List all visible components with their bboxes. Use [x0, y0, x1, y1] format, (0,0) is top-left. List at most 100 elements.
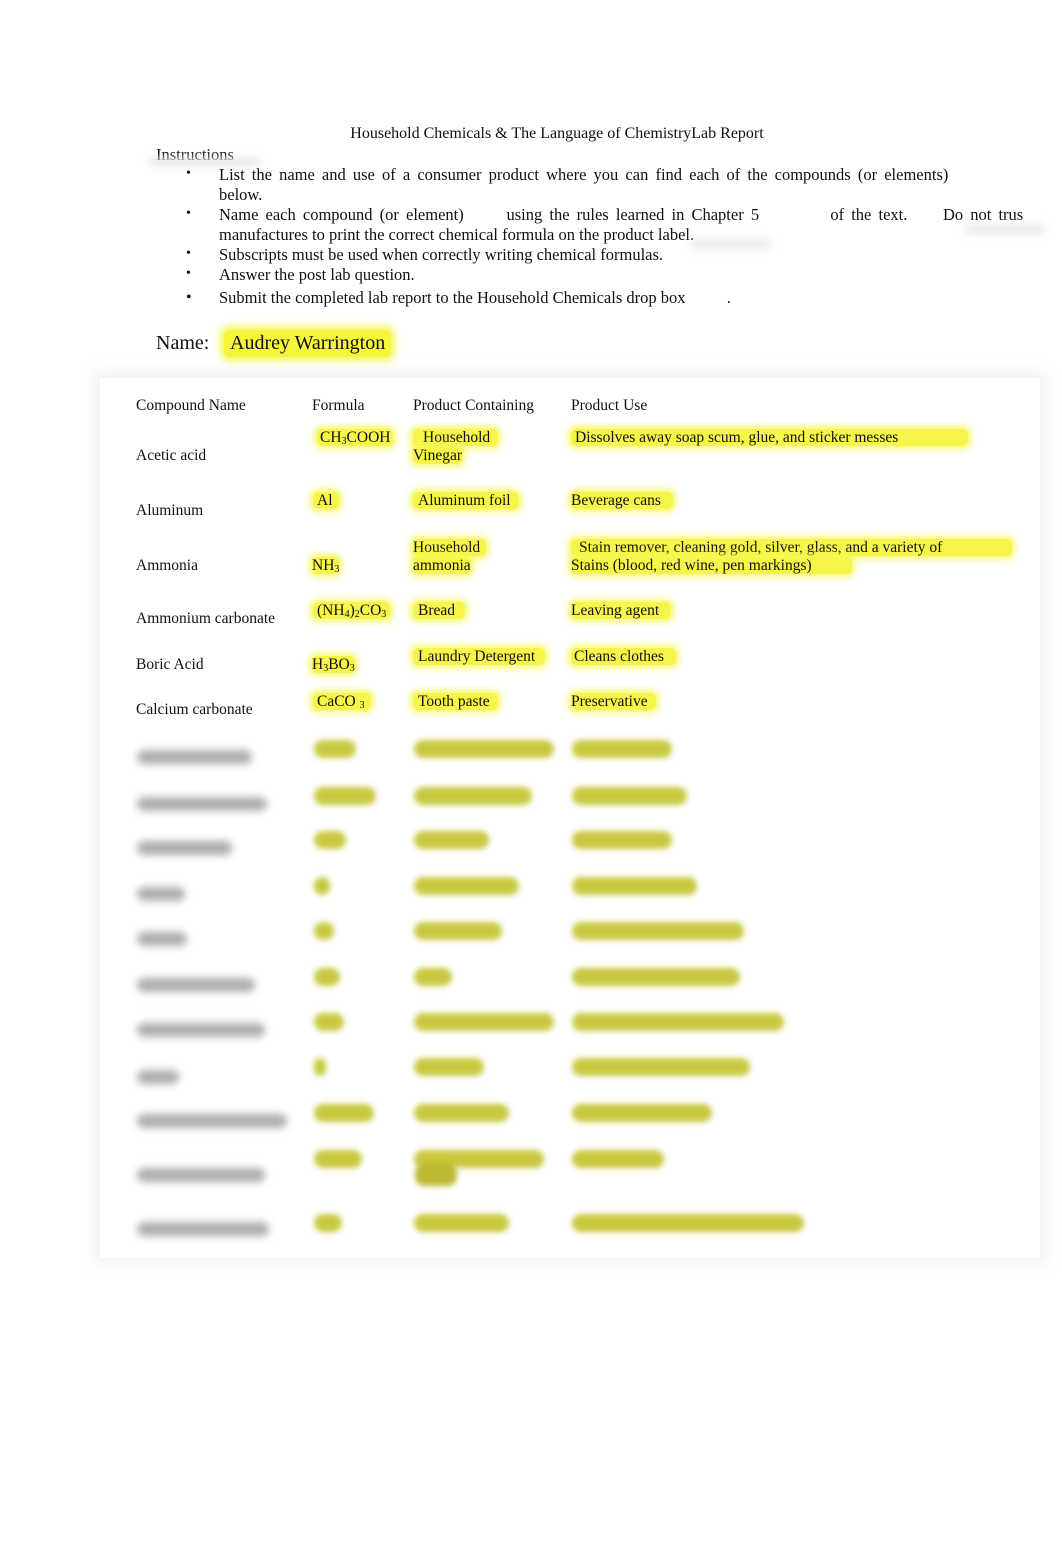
obscured-product [414, 740, 554, 758]
obscured-use [572, 968, 740, 986]
product-cell[interactable]: Household Vinegar [413, 429, 499, 465]
document-page: { "document": { "title": "Household Chem… [0, 0, 1062, 1556]
use-line: Stains (blood, red wine, pen markings) [571, 557, 852, 574]
instruction-line: List the name and use of a consumer prod… [219, 165, 949, 184]
obscured-use [572, 877, 697, 895]
compound-name-cell: Ammonium carbonate [136, 610, 276, 627]
obscured-use [572, 1058, 750, 1076]
product-cell[interactable]: Tooth paste [413, 693, 498, 711]
obscured-compound-name [137, 887, 185, 901]
obscured-product [414, 877, 519, 895]
use-line: Dissolves away soap scum, glue, and stic… [571, 429, 969, 446]
product-cell[interactable]: Aluminum foil [413, 492, 519, 510]
product-line: Vinegar [413, 447, 462, 464]
obscured-compound-name [137, 932, 187, 946]
formula-cell[interactable]: (NH4)2CO3 [313, 602, 391, 620]
formula-text: Al [313, 492, 339, 509]
obscured-compound-name [137, 1114, 287, 1128]
use-cell[interactable]: Stain remover, cleaning gold, silver, gl… [571, 539, 1013, 575]
bullet: • [186, 266, 191, 281]
obscured-use [572, 740, 672, 758]
obscured-formula [314, 831, 346, 849]
use-cell[interactable]: Beverage cans [571, 492, 673, 510]
instruction-line: Answer the post lab question. [219, 265, 415, 284]
obscured-use [572, 831, 672, 849]
document-title: Household Chemicals & The Language of Ch… [350, 125, 764, 142]
obscured-formula [314, 1104, 374, 1122]
use-line: Stain remover, cleaning gold, silver, gl… [571, 539, 1013, 556]
use-cell[interactable]: Cleans clothes [571, 648, 676, 666]
obscured-product [415, 1164, 457, 1186]
obscured-product [414, 968, 452, 986]
product-line: Laundry Detergent [413, 648, 546, 665]
product-line: Tooth paste [413, 693, 498, 710]
obscured-use [572, 1104, 712, 1122]
product-cell[interactable]: Bread [413, 602, 466, 620]
obscured-use [572, 1214, 804, 1232]
bullet: • [186, 289, 192, 306]
obscured-product [414, 831, 489, 849]
obscured-product [414, 787, 532, 805]
obscured-formula [314, 1058, 326, 1076]
header-formula: Formula [312, 397, 365, 414]
obscured-compound-name [137, 1070, 179, 1084]
obscured-compound-name [137, 841, 232, 855]
obscured-compound-name [137, 978, 255, 992]
obscured-compound-name [137, 1023, 265, 1037]
obscured-product [414, 1058, 484, 1076]
obscured-product [414, 1104, 509, 1122]
instruction-line: manufactures to print the correct chemic… [219, 225, 695, 244]
product-line: ammonia [413, 557, 471, 574]
obscured-formula [314, 922, 334, 940]
use-line: Cleans clothes [571, 648, 676, 665]
formula-cell[interactable]: Al [313, 492, 339, 510]
obscured-formula [314, 1214, 342, 1232]
obscured-formula [314, 740, 356, 758]
use-line: Beverage cans [571, 492, 673, 509]
header-product-use: Product Use [571, 397, 648, 414]
obscured-formula [314, 1150, 362, 1168]
compound-name-cell: Aluminum [136, 502, 204, 519]
obscured-use [572, 922, 744, 940]
compound-name-cell: Acetic acid [136, 447, 207, 464]
product-line: Aluminum foil [413, 492, 519, 509]
product-cell[interactable]: Laundry Detergent [413, 648, 546, 666]
obscured-compound-name [137, 1168, 265, 1182]
bullet: • [186, 246, 191, 261]
obscured-compound-name [137, 797, 267, 811]
formula-cell[interactable]: CaCO 3 [313, 693, 371, 711]
formula-cell[interactable]: NH3 [312, 557, 340, 575]
bullet: • [186, 206, 191, 221]
product-line: Household [413, 429, 499, 446]
obscured-product [414, 1013, 554, 1031]
product-line: Household [413, 539, 487, 556]
obscured-use [572, 787, 687, 805]
product-cell[interactable]: Household ammonia [413, 539, 487, 575]
instruction-line: below. [219, 185, 263, 204]
header-compound-name: Compound Name [136, 397, 246, 414]
obscured-formula [314, 1013, 344, 1031]
obscured-product [414, 1214, 509, 1232]
student-name-field[interactable]: Audrey Warrington [224, 330, 392, 357]
obscured-use [572, 1150, 664, 1168]
scan-smudge [965, 225, 1045, 233]
obscured-use [572, 1013, 784, 1031]
use-cell[interactable]: Leaving agent [571, 602, 672, 620]
obscured-formula [314, 968, 340, 986]
formula-cell[interactable]: H3BO3 [312, 656, 355, 674]
use-cell[interactable]: Preservative [571, 693, 656, 711]
compound-name-cell: Ammonia [136, 557, 198, 574]
name-label: Name: [156, 332, 210, 354]
instruction-line: Subscripts must be used when correctly w… [219, 245, 664, 264]
instruction-line: Submit the completed lab report to the H… [219, 288, 731, 307]
obscured-formula [314, 787, 376, 805]
obscured-formula [314, 877, 330, 895]
obscured-product [414, 922, 502, 940]
header-product-containing: Product Containing [413, 397, 534, 414]
instruction-line: Name each compound (or element) using th… [219, 205, 1024, 224]
obscured-compound-name [137, 1222, 269, 1236]
use-cell[interactable]: Dissolves away soap scum, glue, and stic… [571, 429, 969, 447]
scan-smudge [690, 240, 770, 248]
bullet: • [186, 166, 191, 181]
formula-cell[interactable]: CH3COOH [313, 429, 397, 447]
